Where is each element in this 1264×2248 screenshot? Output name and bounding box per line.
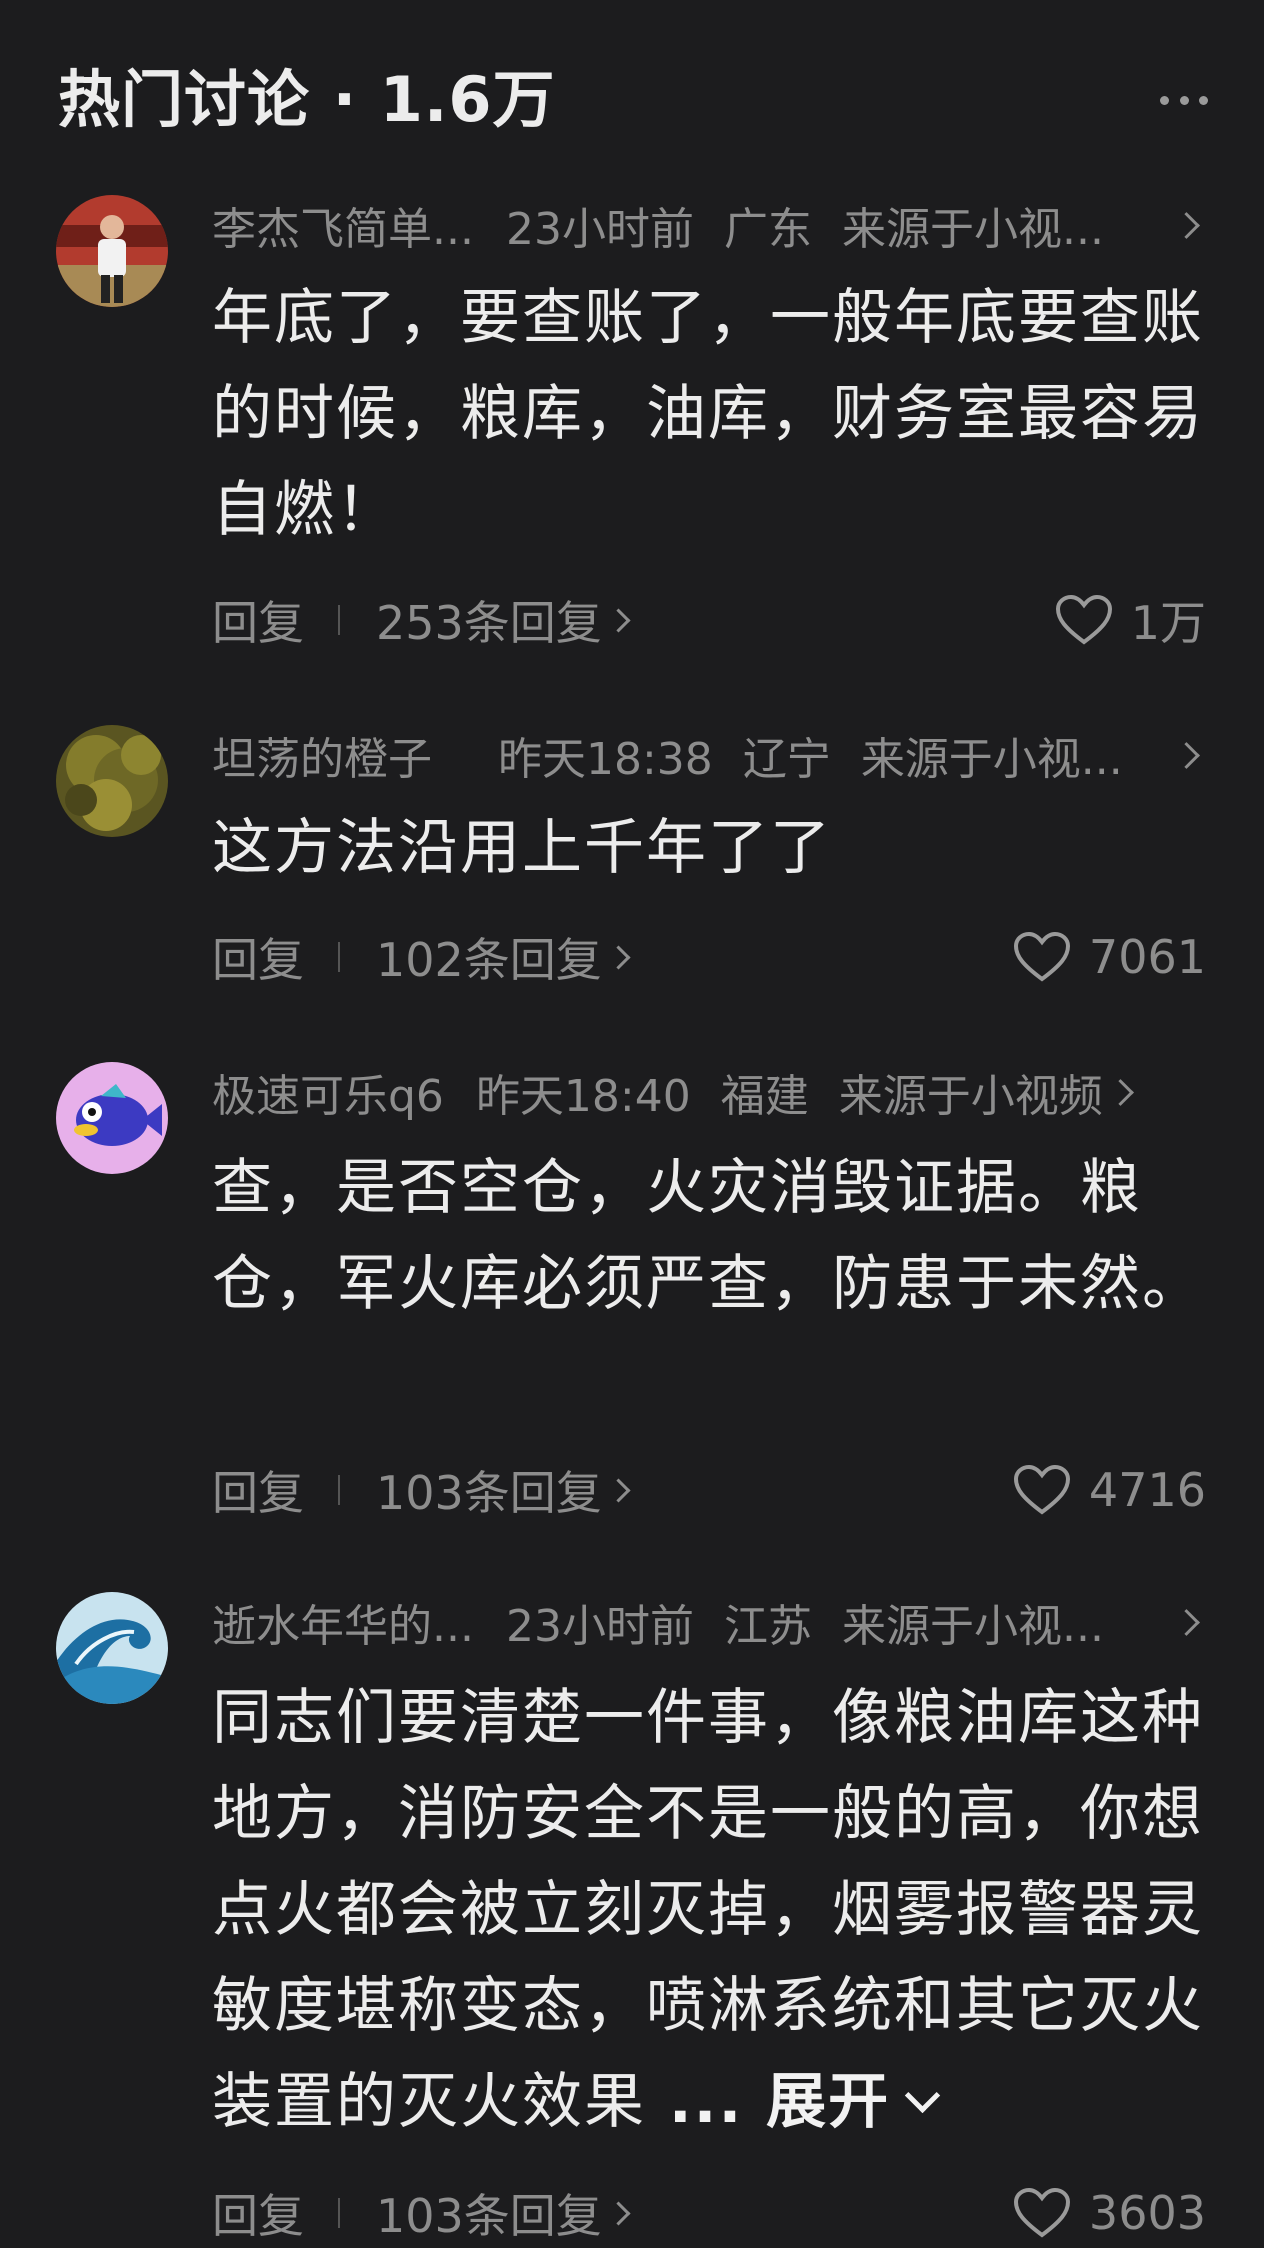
- location: 福建: [720, 1071, 809, 1122]
- divider: [338, 2198, 340, 2228]
- expand-label: ... 展开: [668, 2067, 891, 2137]
- username[interactable]: 坦荡的橙子: [212, 725, 432, 785]
- like-button[interactable]: 1万: [1055, 587, 1206, 653]
- person-photo-avatar-icon: [56, 195, 168, 307]
- avatar[interactable]: [56, 725, 168, 837]
- source-link[interactable]: 来源于小视频: [839, 1062, 1103, 1122]
- username[interactable]: 李杰飞简单...: [212, 195, 474, 255]
- comment-actions: 回复 103条回复 4716: [212, 1455, 1206, 1525]
- page-title: 热门讨论 · 1.6万: [58, 63, 556, 136]
- comment-actions: 回复 253条回复 1万: [212, 585, 1206, 655]
- view-replies-link[interactable]: 102条回复: [376, 924, 631, 990]
- reply-button[interactable]: 回复: [212, 2180, 304, 2246]
- like-button[interactable]: 7061: [1013, 930, 1206, 984]
- heart-icon: [1013, 931, 1070, 982]
- comment-text: 查，是否空仓，火灾消毁证据。粮仓，军火库必须严查，防患于未然。: [212, 1153, 1204, 1319]
- timestamp: 昨天18:38: [498, 734, 713, 785]
- chevron-right-icon[interactable]: [1173, 211, 1200, 239]
- comment-meta: 李杰飞简单... 23小时前 广东 来源于小视...: [212, 195, 1204, 255]
- comment-meta: 极速可乐q6 昨天18:40 福建 来源于小视频: [212, 1062, 1204, 1122]
- chevron-down-icon: [904, 2077, 941, 2114]
- comment-text: 这方法沿用上千年了了: [212, 813, 832, 883]
- timestamp: 23小时前: [505, 204, 694, 255]
- divider: [338, 1475, 340, 1505]
- replies-count: 102条回复: [376, 933, 602, 987]
- heart-icon: [1055, 594, 1112, 645]
- username[interactable]: 逝水年华的...: [212, 1592, 474, 1652]
- source-link[interactable]: 来源于小视...: [861, 725, 1169, 785]
- tree-photo-avatar-icon: [56, 725, 168, 837]
- fish-cartoon-avatar-icon: [56, 1062, 168, 1174]
- location: 广东: [723, 204, 812, 255]
- heart-icon: [1013, 1464, 1070, 1515]
- replies-count: 103条回复: [376, 1466, 602, 1520]
- comment-meta: 坦荡的橙子 昨天18:38 辽宁 来源于小视...: [212, 725, 1204, 785]
- reply-button[interactable]: 回复: [212, 924, 304, 990]
- source-link[interactable]: 来源于小视...: [842, 1592, 1169, 1652]
- timestamp: 23小时前: [505, 1601, 694, 1652]
- like-button[interactable]: 3603: [1013, 2186, 1206, 2240]
- like-count: 4716: [1088, 1463, 1206, 1517]
- chevron-right-icon[interactable]: [1106, 1078, 1134, 1106]
- divider: [338, 942, 340, 972]
- view-replies-link[interactable]: 103条回复: [376, 2180, 631, 2246]
- view-replies-link[interactable]: 103条回复: [376, 1457, 631, 1523]
- like-button[interactable]: 4716: [1013, 1463, 1206, 1517]
- comment-meta: 逝水年华的... 23小时前 江苏 来源于小视...: [212, 1592, 1204, 1652]
- more-options-icon[interactable]: [1160, 90, 1208, 110]
- comment-actions: 回复 103条回复 3603: [212, 2178, 1206, 2248]
- chevron-right-icon[interactable]: [1173, 741, 1200, 769]
- chevron-right-icon: [606, 607, 631, 633]
- chevron-right-icon: [606, 1477, 631, 1503]
- location: 辽宁: [742, 734, 831, 785]
- username[interactable]: 极速可乐q6: [212, 1062, 444, 1122]
- source-link[interactable]: 来源于小视...: [842, 195, 1169, 255]
- wave-photo-avatar-icon: [56, 1592, 168, 1704]
- like-count: 3603: [1088, 2186, 1206, 2240]
- avatar[interactable]: [56, 195, 168, 307]
- chevron-right-icon: [606, 2200, 631, 2226]
- divider: [338, 605, 340, 635]
- timestamp: 昨天18:40: [475, 1071, 691, 1122]
- avatar[interactable]: [56, 1062, 168, 1174]
- location: 江苏: [723, 1601, 812, 1652]
- avatar[interactable]: [56, 1592, 168, 1704]
- view-replies-link[interactable]: 253条回复: [376, 587, 631, 653]
- comment-text: 年底了，要查账了，一般年底要查账的时候，粮库，油库，财务室最容易自燃！: [212, 283, 1204, 545]
- chevron-right-icon: [606, 944, 631, 970]
- expand-button[interactable]: ... 展开: [646, 2067, 941, 2137]
- comment-text-container: 同志们要清楚一件事，像粮油库这种地方，消防安全不是一般的高，你想点火都会被立刻灭…: [212, 1670, 1212, 2150]
- replies-count: 253条回复: [376, 596, 602, 650]
- replies-count: 103条回复: [376, 2189, 602, 2243]
- reply-button[interactable]: 回复: [212, 587, 304, 653]
- like-count: 7061: [1088, 930, 1206, 984]
- reply-button[interactable]: 回复: [212, 1457, 304, 1523]
- heart-icon: [1013, 2187, 1070, 2238]
- like-count: 1万: [1130, 596, 1206, 650]
- chevron-right-icon[interactable]: [1173, 1608, 1200, 1636]
- header: 热门讨论 · 1.6万: [58, 50, 1208, 150]
- comment-actions: 回复 102条回复 7061: [212, 922, 1206, 992]
